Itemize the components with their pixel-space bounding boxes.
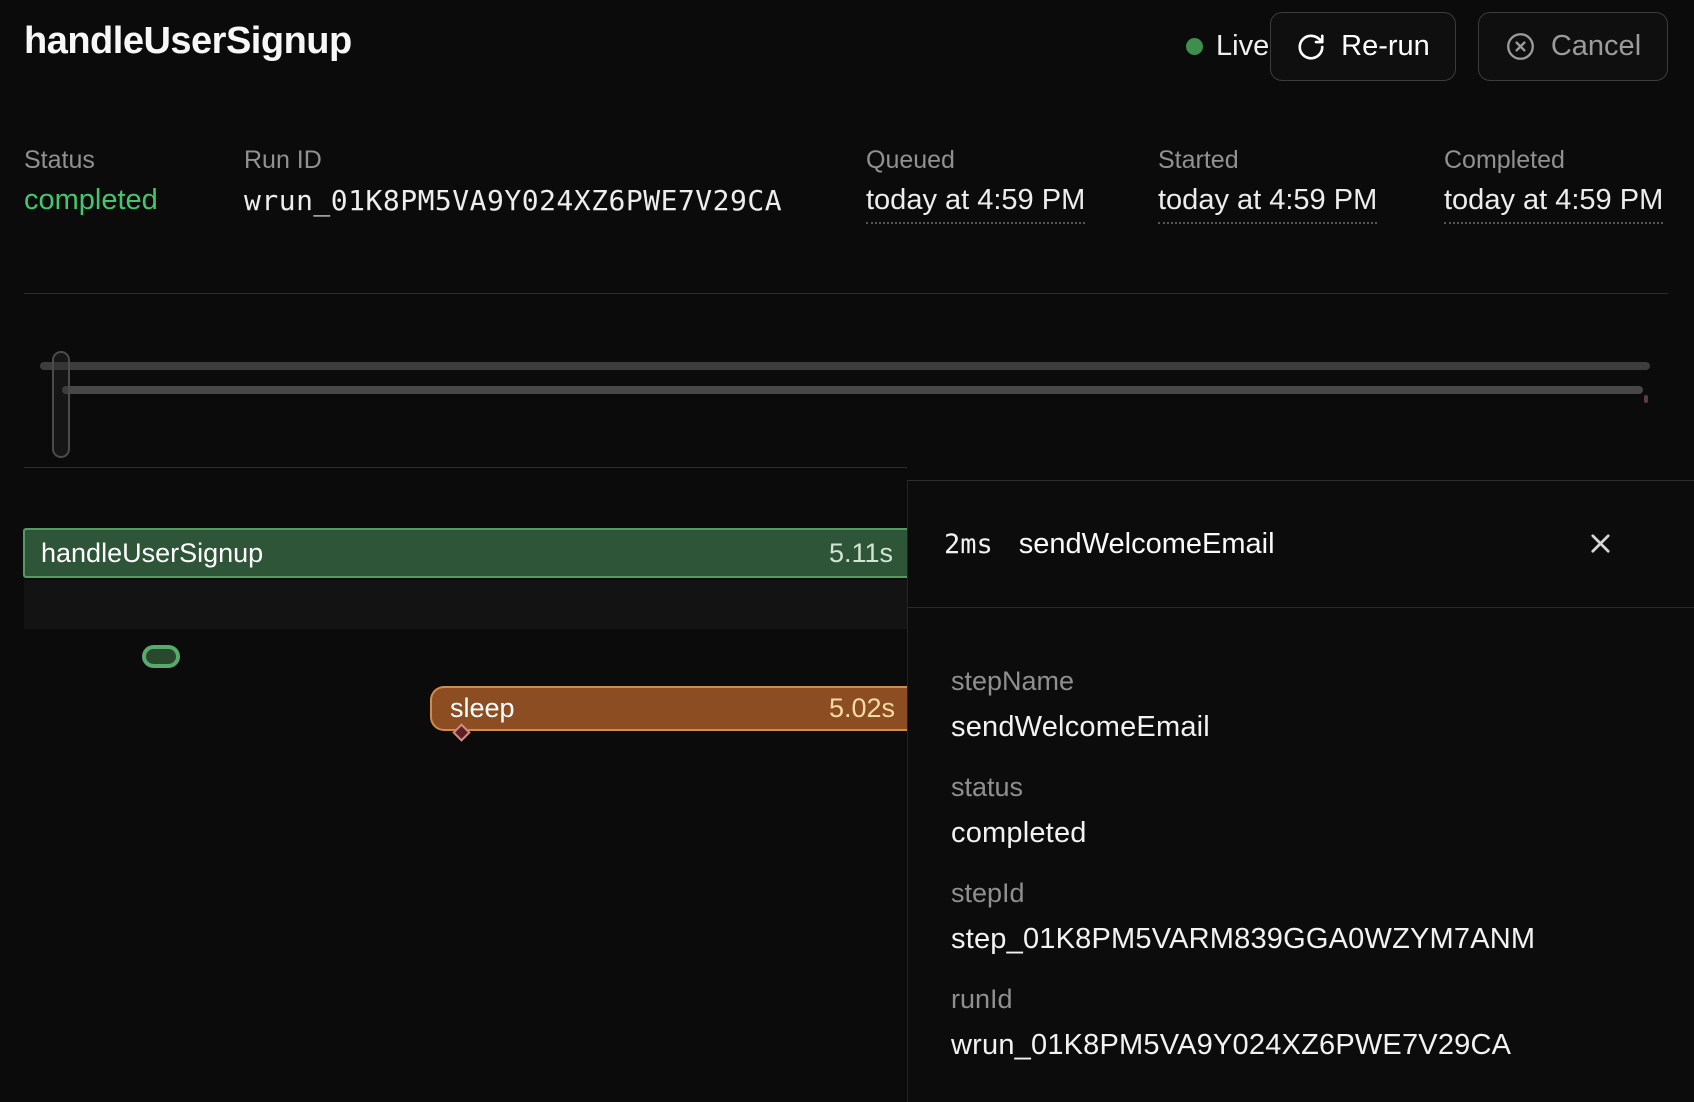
gantt-span-handleUserSignup[interactable]: handleUserSignup 5.11s <box>23 528 907 578</box>
minimap-root-span-bar <box>40 362 1650 370</box>
live-label: Live <box>1216 30 1269 63</box>
started-label: Started <box>1158 146 1239 175</box>
step-duration-badge: 2ms <box>944 529 993 560</box>
run-id-value: wrun_01K8PM5VA9Y024XZ6PWE7V29CA <box>244 184 782 217</box>
queued-label: Queued <box>866 146 955 175</box>
field-value-stepId: step_01K8PM5VARM839GGA0WZYM7ANM <box>951 923 1654 956</box>
workflow-run-page: handleUserSignup Live Re-run Cancel Stat… <box>0 0 1694 1102</box>
started-time-text: today at 4:59 PM <box>1158 184 1377 224</box>
status-label: Status <box>24 146 95 175</box>
page-title: handleUserSignup <box>24 20 352 63</box>
close-panel-button[interactable] <box>1581 526 1619 564</box>
live-dot-icon <box>1186 38 1203 55</box>
queued-time: today at 4:59 PM <box>866 184 1085 217</box>
rerun-button[interactable]: Re-run <box>1270 12 1456 81</box>
started-time: today at 4:59 PM <box>1158 184 1377 217</box>
cancel-button-label: Cancel <box>1551 30 1641 63</box>
field-value-runId: wrun_01K8PM5VA9Y024XZ6PWE7V29CA <box>951 1029 1654 1062</box>
rerun-button-label: Re-run <box>1341 30 1430 63</box>
status-badge: completed <box>24 184 158 217</box>
minimap-sleep-span-bar <box>62 386 1643 394</box>
close-icon <box>1585 528 1616 562</box>
circle-x-icon <box>1505 31 1536 62</box>
header-divider <box>24 293 1668 294</box>
step-detail-body: stepName sendWelcomeEmail status complet… <box>908 608 1694 1062</box>
step-detail-panel: 2ms sendWelcomeEmail stepName sendWelcom… <box>907 480 1694 1102</box>
field-label-stepId: stepId <box>951 878 1654 909</box>
span-duration: 5.11s <box>829 538 893 569</box>
gantt-span-sleep[interactable]: sleep 5.02s <box>430 686 907 731</box>
completed-label: Completed <box>1444 146 1565 175</box>
span-duration: 5.02s <box>829 693 895 724</box>
span-name: sleep <box>450 693 515 724</box>
cancel-button[interactable]: Cancel <box>1478 12 1668 81</box>
live-indicator: Live <box>1186 29 1269 63</box>
completed-time-text: today at 4:59 PM <box>1444 184 1663 224</box>
gantt-row-highlight <box>24 580 907 629</box>
span-name: handleUserSignup <box>41 538 263 569</box>
minimap-marker-tick <box>1644 395 1648 403</box>
completed-time: today at 4:59 PM <box>1444 184 1663 217</box>
step-detail-title: sendWelcomeEmail <box>1019 528 1275 561</box>
gantt-span-sendWelcomeEmail[interactable] <box>142 645 180 668</box>
refresh-icon <box>1296 32 1326 62</box>
timeline-brush-handle[interactable] <box>52 351 70 458</box>
step-detail-header: 2ms sendWelcomeEmail <box>908 481 1694 608</box>
queued-time-text: today at 4:59 PM <box>866 184 1085 224</box>
field-label-status: status <box>951 772 1654 803</box>
run-id-label: Run ID <box>244 146 322 175</box>
field-value-stepName: sendWelcomeEmail <box>951 711 1654 744</box>
field-value-status: completed <box>951 817 1654 850</box>
field-label-stepName: stepName <box>951 666 1654 697</box>
gantt-top-border <box>24 467 907 468</box>
field-label-runId: runId <box>951 984 1654 1015</box>
